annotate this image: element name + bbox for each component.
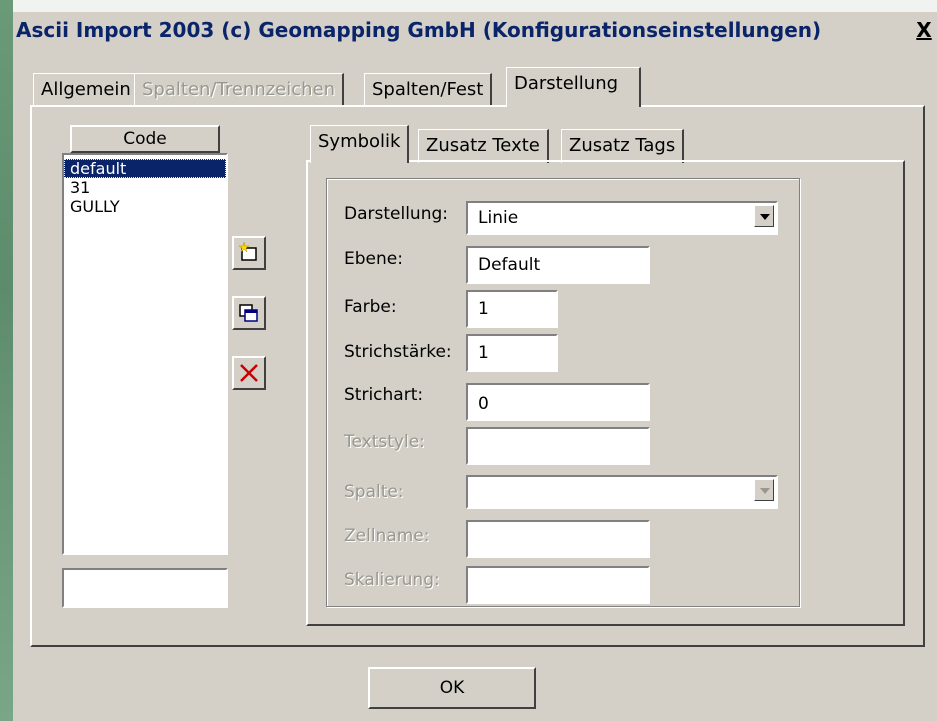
subtab-zusatz-tags[interactable]: Zusatz Tags [561,129,685,163]
spalte-label: Spalte: [344,482,404,502]
close-button[interactable]: X [913,20,935,42]
chevron-down-icon[interactable] [754,479,774,501]
darstellung-label: Darstellung: [344,204,448,224]
copy-icon [239,304,258,322]
copy-code-button[interactable] [232,296,266,330]
subtab-zusatz-texte[interactable]: Zusatz Texte [418,129,549,163]
delete-x-icon [240,364,258,382]
zellname-label: Zellname: [344,526,430,546]
new-code-button[interactable] [232,236,266,270]
strichart-label: Strichart: [344,385,424,405]
darstellung-value: Linie [478,208,519,228]
zellname-field[interactable] [466,520,650,558]
chevron-down-icon[interactable] [754,205,774,227]
textstyle-label: Textstyle: [344,432,425,452]
farbe-field[interactable]: 1 [466,290,558,328]
spalte-combo[interactable] [466,475,778,509]
tab-spalten-trennzeichen[interactable]: Spalten/Trennzeichen [134,73,345,107]
ok-button[interactable]: OK [368,667,536,709]
list-item[interactable]: GULLY [64,197,226,216]
list-item[interactable]: default [64,159,226,178]
textstyle-field[interactable] [466,427,650,465]
ebene-label: Ebene: [344,249,403,269]
strichstaerke-field[interactable]: 1 [466,334,558,372]
new-code-input[interactable] [62,568,228,608]
strichart-field[interactable]: 0 [466,383,650,421]
skalierung-field[interactable] [466,566,650,604]
desktop-background-top [0,0,937,12]
list-item[interactable]: 31 [64,178,226,197]
new-item-icon [238,241,257,261]
farbe-label: Farbe: [344,297,397,317]
delete-code-button[interactable] [232,356,266,390]
ebene-field[interactable]: Default [466,246,650,284]
subtab-symbolik[interactable]: Symbolik [310,125,410,163]
darstellung-combo[interactable]: Linie [466,201,778,235]
tab-darstellung[interactable]: Darstellung [506,67,641,107]
window-title: Ascii Import 2003 (c) Geomapping GmbH (K… [16,18,822,42]
strichstaerke-label: Strichstärke: [344,342,452,362]
tab-spalten-fest[interactable]: Spalten/Fest [364,73,493,107]
desktop-background-left [0,0,13,721]
code-list[interactable]: default 31 GULLY [62,153,228,555]
tab-allgemein[interactable]: Allgemein [33,73,140,107]
skalierung-label: Skalierung: [344,570,440,590]
code-column-header[interactable]: Code [70,125,220,153]
